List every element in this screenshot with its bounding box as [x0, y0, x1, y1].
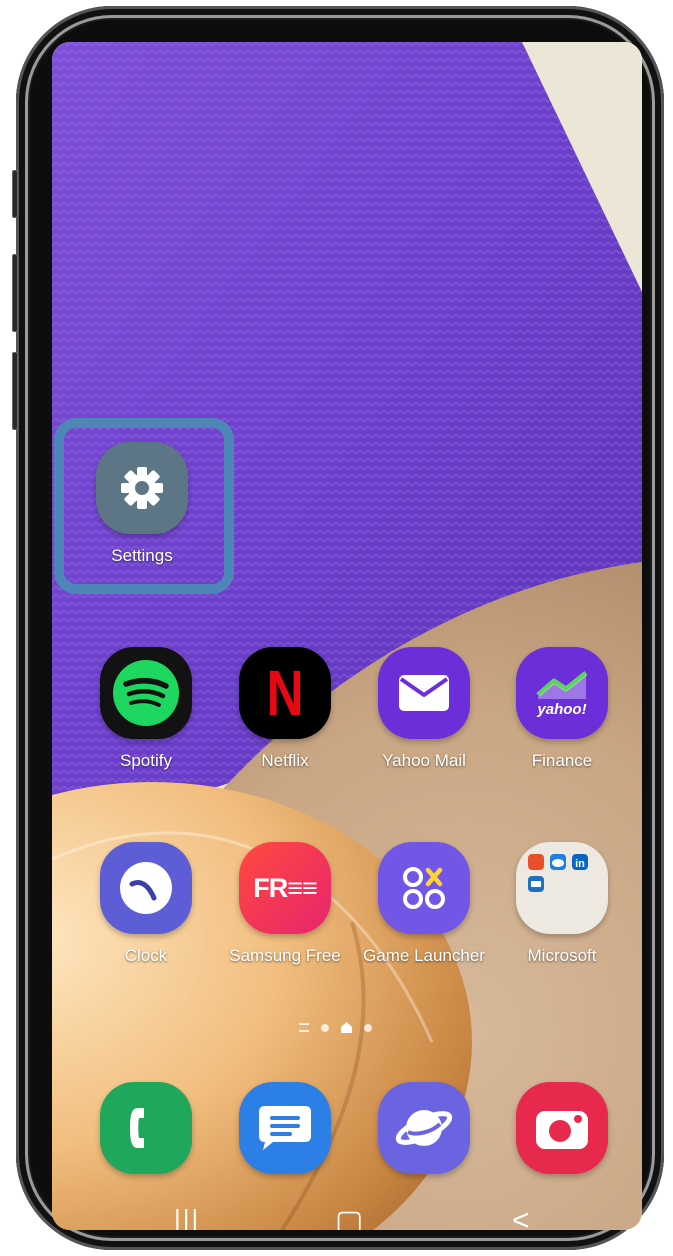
- handset-icon: [130, 1108, 144, 1148]
- gear-icon: [121, 467, 163, 509]
- netflix-letter: N: [266, 657, 304, 729]
- chart-line-icon: [536, 670, 588, 699]
- microsoft-apps-icon: in: [528, 854, 588, 892]
- home-button[interactable]: ▢: [335, 1204, 363, 1230]
- folder-icon[interactable]: in: [516, 842, 608, 934]
- spotify-icon[interactable]: [100, 647, 192, 739]
- app-microsoft-folder[interactable]: in Microsoft: [492, 842, 632, 966]
- envelope-icon: [399, 675, 449, 711]
- svg-text:in: in: [575, 858, 585, 870]
- dock-messages[interactable]: [215, 1082, 355, 1174]
- app-label: Netflix: [261, 751, 309, 770]
- pages-menu-icon: [299, 1023, 309, 1032]
- app-clock[interactable]: Clock: [76, 842, 216, 966]
- game-launcher-icon[interactable]: [378, 842, 470, 934]
- dock-camera[interactable]: [492, 1082, 632, 1174]
- app-label: Samsung Free: [229, 946, 341, 965]
- app-spotify[interactable]: Spotify: [76, 647, 216, 771]
- app-settings[interactable]: Settings: [72, 442, 212, 566]
- home-page-icon: [341, 1022, 352, 1033]
- wallpaper: [52, 42, 642, 1230]
- spotify-logo: [113, 660, 179, 726]
- phone-icon[interactable]: [100, 1082, 192, 1174]
- camera-body-icon: [536, 1111, 588, 1149]
- side-button: [12, 170, 18, 218]
- app-label: Microsoft: [527, 946, 597, 965]
- app-game-launcher[interactable]: Game Launcher: [354, 842, 494, 966]
- app-finance[interactable]: yahoo! Finance: [492, 647, 632, 771]
- app-label: Finance: [531, 751, 593, 770]
- home-screen: Settings Spotify N Netflix Yahoo Mail ya…: [52, 42, 642, 1230]
- page-dot: [364, 1023, 372, 1032]
- messages-icon[interactable]: [239, 1082, 331, 1174]
- internet-icon[interactable]: [378, 1082, 470, 1174]
- clock-face-icon: [120, 862, 172, 914]
- game-symbols-icon: [403, 867, 445, 909]
- dock-internet[interactable]: [354, 1082, 494, 1174]
- app-label: Spotify: [120, 751, 172, 770]
- chat-bubble-icon: [259, 1106, 311, 1150]
- app-samsung-free[interactable]: FR≡≡ Samsung Free: [215, 842, 355, 966]
- clock-icon[interactable]: [100, 842, 192, 934]
- app-netflix[interactable]: N Netflix: [215, 647, 355, 771]
- dock-phone[interactable]: [76, 1082, 216, 1174]
- camera-icon[interactable]: [516, 1082, 608, 1174]
- planet-icon: [395, 1110, 453, 1146]
- app-label: Clock: [124, 946, 168, 965]
- yahoo-wordmark: yahoo!: [537, 700, 587, 718]
- app-yahoo-mail[interactable]: Yahoo Mail: [354, 647, 494, 771]
- netflix-icon[interactable]: N: [239, 647, 331, 739]
- volume-down-button: [12, 352, 18, 430]
- recents-button[interactable]: |||: [174, 1204, 200, 1230]
- app-label: Settings: [111, 546, 173, 565]
- yahoo-finance-icon[interactable]: yahoo!: [516, 647, 608, 739]
- app-label: Game Launcher: [363, 946, 485, 965]
- back-button[interactable]: <: [512, 1204, 530, 1230]
- samsung-free-icon[interactable]: FR≡≡: [239, 842, 331, 934]
- free-wordmark: FR≡≡: [253, 872, 317, 903]
- navigation-bar: ||| ▢ <: [52, 1200, 642, 1230]
- page-indicator[interactable]: [299, 1022, 372, 1033]
- volume-up-button: [12, 254, 18, 332]
- app-label: Yahoo Mail: [382, 751, 466, 770]
- wallpaper-art: [52, 42, 642, 1230]
- settings-icon[interactable]: [96, 442, 188, 534]
- page-dot: [321, 1023, 329, 1032]
- mail-icon[interactable]: [378, 647, 470, 739]
